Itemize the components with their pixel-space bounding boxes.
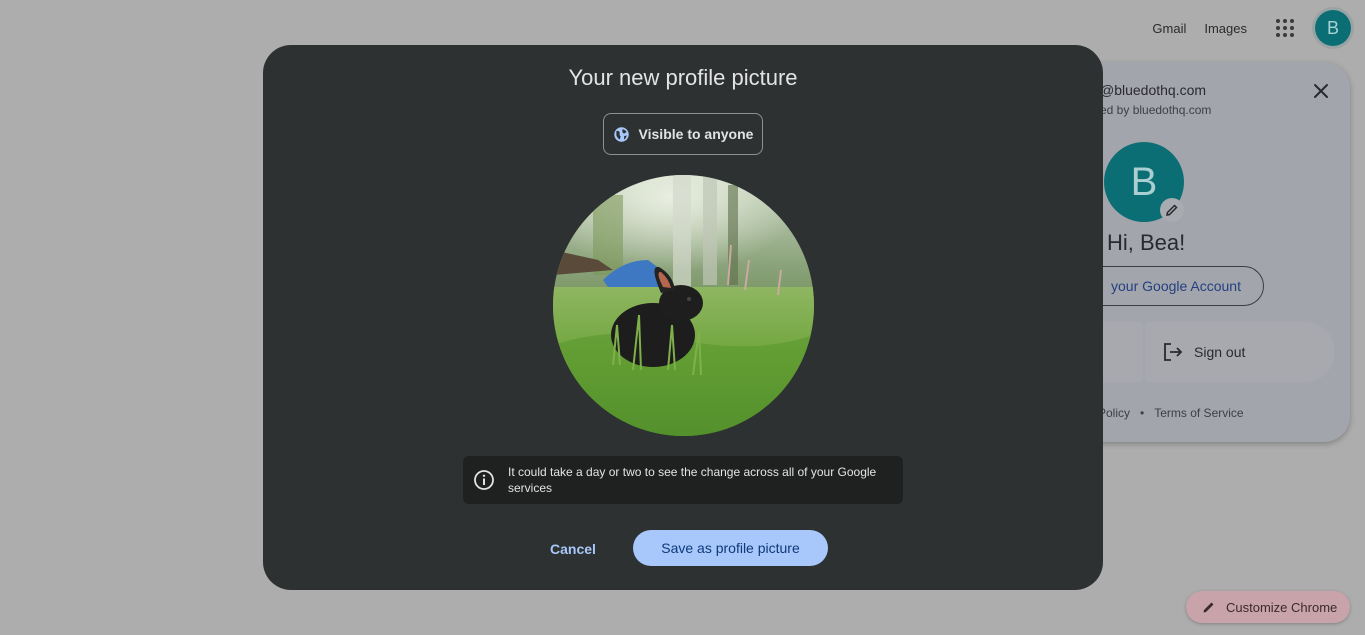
edit-profile-picture-button[interactable]	[1160, 198, 1184, 222]
pencil-icon	[1203, 602, 1214, 613]
footer-separator: •	[1140, 406, 1145, 420]
terms-of-service-link[interactable]: Terms of Service	[1154, 406, 1243, 420]
notice-text: It could take a day or two to see the ch…	[508, 465, 877, 495]
save-profile-picture-button[interactable]: Save as profile picture	[633, 530, 828, 566]
info-icon	[474, 470, 494, 490]
top-bar: Gmail Images B	[1152, 0, 1365, 56]
account-panel: @bluedothq.com ed by bluedothq.com B Hi,…	[1060, 62, 1350, 442]
globe-icon	[613, 126, 629, 142]
gmail-link[interactable]: Gmail	[1152, 21, 1186, 36]
visibility-label: Visible to anyone	[638, 126, 754, 142]
close-icon	[1314, 84, 1328, 98]
sign-out-icon	[1164, 343, 1183, 361]
images-link[interactable]: Images	[1204, 21, 1247, 36]
customize-chrome-label: Customize Chrome	[1226, 599, 1338, 615]
pencil-icon	[1166, 204, 1178, 216]
dialog-title: Your new profile picture	[568, 65, 798, 90]
sign-out-button[interactable]: Sign out	[1145, 322, 1335, 382]
managed-by-text: ed by bluedothq.com	[1100, 103, 1212, 117]
manage-account-label: your Google Account	[1111, 278, 1241, 294]
profile-picture-preview	[553, 175, 814, 436]
account-email: @bluedothq.com	[1100, 82, 1207, 98]
info-notice: It could take a day or two to see the ch…	[463, 456, 903, 504]
google-apps-icon[interactable]	[1273, 16, 1297, 40]
greeting: Hi, Bea!	[1107, 230, 1186, 255]
visibility-button[interactable]: Visible to anyone	[603, 113, 763, 155]
account-avatar-button[interactable]: B	[1315, 10, 1351, 46]
sign-out-label: Sign out	[1194, 344, 1246, 360]
close-panel-button[interactable]	[1310, 80, 1332, 102]
rabbit-photo	[553, 175, 814, 436]
profile-picture-dialog: Your new profile picture Visible to anyo…	[263, 45, 1103, 590]
panel-footer: Policy • Terms of Service	[1098, 406, 1244, 420]
cancel-button[interactable]: Cancel	[535, 531, 611, 567]
customize-chrome-button[interactable]: Customize Chrome	[1186, 591, 1350, 623]
